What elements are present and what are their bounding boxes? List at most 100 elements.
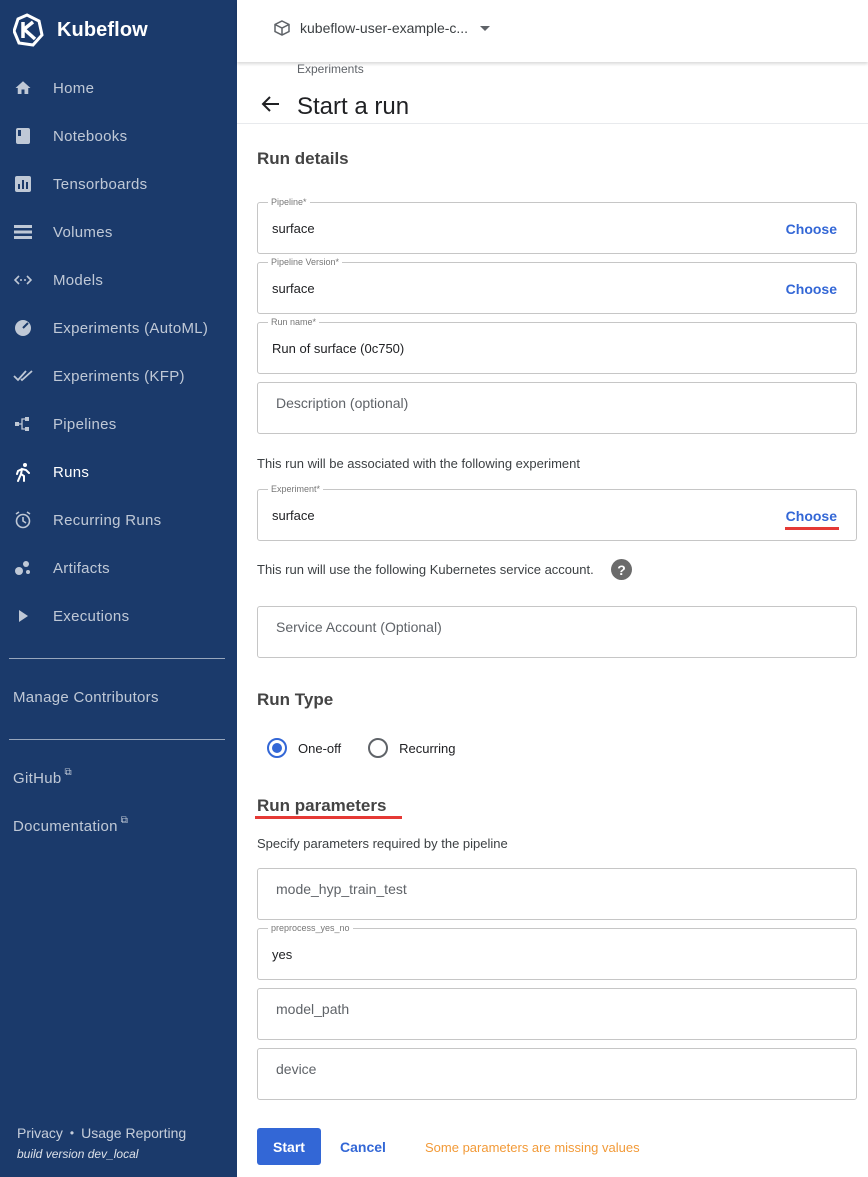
run-type-title: Run Type <box>257 690 334 709</box>
highlight-underline <box>785 527 839 530</box>
param-field-model-path[interactable]: model_path <box>257 988 857 1040</box>
code-arrows-icon <box>13 270 33 290</box>
home-icon <box>13 78 33 98</box>
documentation-link[interactable]: Documentation ⧉ <box>13 815 128 835</box>
choose-pipeline-version-button[interactable]: Choose <box>786 281 837 297</box>
run-parameters-title: Run parameters <box>257 796 387 815</box>
params-note: Specify parameters required by the pipel… <box>257 836 508 851</box>
pipeline-icon <box>13 414 33 434</box>
sidebar-item-runs[interactable]: Runs <box>0 448 237 496</box>
recurring-radio[interactable] <box>368 738 389 758</box>
pipeline-version-field[interactable]: Pipeline Version* surface Choose <box>257 257 857 314</box>
sidebar-item-artifacts[interactable]: Artifacts <box>0 544 237 592</box>
bubbles-icon <box>13 558 33 578</box>
sidebar-item-label: Tensorboards <box>53 175 148 193</box>
sidebar-item-experiments-kfp[interactable]: Experiments (KFP) <box>0 352 237 400</box>
help-icon[interactable]: ? <box>611 559 632 580</box>
param-label: preprocess_yes_no <box>268 923 353 934</box>
sidebar-item-home[interactable]: Home <box>0 64 237 112</box>
experiment-field[interactable]: Experiment* surface Choose <box>257 484 857 541</box>
run-name-field[interactable]: Run name* Run of surface (0c750) <box>257 317 857 374</box>
description-field[interactable]: Description (optional) <box>257 382 857 434</box>
speedometer-icon <box>13 318 33 338</box>
sidebar-divider <box>9 739 225 740</box>
privacy-link[interactable]: Privacy <box>17 1125 63 1141</box>
sidebar-footer: Privacy • Usage Reporting build version … <box>17 1125 186 1161</box>
sidebar-item-pipelines[interactable]: Pipelines <box>0 400 237 448</box>
sidebar-item-label: Artifacts <box>53 559 110 577</box>
run-name-label: Run name* <box>268 317 320 328</box>
sidebar-item-volumes[interactable]: Volumes <box>0 208 237 256</box>
pipeline-version-value: surface <box>272 281 315 296</box>
kubeflow-logo-icon <box>13 13 44 47</box>
namespace-label: kubeflow-user-example-c... <box>300 20 469 36</box>
manage-contributors-label: Manage Contributors <box>13 689 159 706</box>
choose-experiment-button[interactable]: Choose <box>786 508 837 524</box>
sidebar-item-tensorboards[interactable]: Tensorboards <box>0 160 237 208</box>
run-type-options: One-off Recurring <box>267 738 455 758</box>
app-name: Kubeflow <box>57 18 148 41</box>
sidebar-item-experiments-automl[interactable]: Experiments (AutoML) <box>0 304 237 352</box>
github-label: GitHub <box>13 770 62 787</box>
namespace-selector[interactable]: kubeflow-user-example-c... <box>274 20 491 36</box>
highlight-underline <box>255 816 402 819</box>
sidebar-item-notebooks[interactable]: Notebooks <box>0 112 237 160</box>
pipeline-version-label: Pipeline Version* <box>268 257 343 268</box>
start-button[interactable]: Start <box>257 1128 321 1165</box>
top-bar: kubeflow-user-example-c... <box>237 0 868 62</box>
main-content: Experiments Start a run Run details Pipe… <box>237 62 868 1177</box>
build-version: build version dev_local <box>17 1147 139 1161</box>
play-icon <box>13 606 33 626</box>
manage-contributors-link[interactable]: Manage Contributors <box>13 689 159 706</box>
chart-icon <box>13 174 33 194</box>
sidebar-item-label: Models <box>53 271 104 289</box>
param-value: yes <box>272 947 293 962</box>
double-check-icon <box>13 366 33 386</box>
github-link[interactable]: GitHub ⧉ <box>13 767 72 787</box>
missing-values-warning: Some parameters are missing values <box>425 1140 640 1155</box>
experiment-value: surface <box>272 508 315 523</box>
recurring-label: Recurring <box>399 740 456 756</box>
sidebar-item-label: Experiments (KFP) <box>53 367 185 385</box>
one-off-label: One-off <box>298 740 342 756</box>
sidebar-item-label: Executions <box>53 607 130 625</box>
param-field-mode-hyp-train-test[interactable]: mode_hyp_train_test <box>257 868 857 920</box>
storage-icon <box>13 222 33 242</box>
param-placeholder: mode_hyp_train_test <box>276 881 407 897</box>
experiment-note: This run will be associated with the fol… <box>257 456 580 471</box>
sidebar-item-models[interactable]: Models <box>0 256 237 304</box>
run-name-value: Run of surface (0c750) <box>272 341 405 356</box>
sidebar-item-label: Experiments (AutoML) <box>53 319 209 337</box>
back-arrow-icon[interactable] <box>261 94 283 120</box>
param-placeholder: device <box>276 1061 317 1077</box>
chevron-down-icon <box>480 25 491 31</box>
service-account-field[interactable]: Service Account (Optional) <box>257 606 857 658</box>
pipeline-field[interactable]: Pipeline* surface Choose <box>257 197 857 254</box>
sidebar-item-label: Notebooks <box>53 127 128 145</box>
choose-pipeline-button[interactable]: Choose <box>786 221 837 237</box>
sidebar-item-label: Runs <box>53 463 90 481</box>
separator-dot: • <box>69 1126 75 1140</box>
runner-icon <box>13 462 33 482</box>
run-details-title: Run details <box>257 149 349 168</box>
breadcrumb[interactable]: Experiments <box>297 62 364 76</box>
one-off-radio[interactable] <box>267 738 287 758</box>
pipeline-label: Pipeline* <box>268 197 310 208</box>
param-field-device[interactable]: device <box>257 1048 857 1100</box>
header-divider <box>237 123 868 124</box>
experiment-label: Experiment* <box>268 484 324 495</box>
alarm-icon <box>13 510 33 530</box>
sidebar: Kubeflow Home Notebooks Tensorboards Vol… <box>0 0 237 1177</box>
description-placeholder: Description (optional) <box>276 395 409 411</box>
service-account-placeholder: Service Account (Optional) <box>276 619 442 635</box>
sidebar-item-recurring-runs[interactable]: Recurring Runs <box>0 496 237 544</box>
usage-reporting-link[interactable]: Usage Reporting <box>81 1125 186 1141</box>
cancel-button[interactable]: Cancel <box>340 1139 386 1155</box>
notebook-icon <box>13 126 33 146</box>
sidebar-item-executions[interactable]: Executions <box>0 592 237 640</box>
param-field-preprocess-yes-no[interactable]: preprocess_yes_no yes <box>257 923 857 980</box>
sidebar-divider <box>9 658 225 659</box>
kubeflow-logo[interactable]: Kubeflow <box>13 12 148 48</box>
sidebar-item-label: Volumes <box>53 223 113 241</box>
cube-icon <box>274 20 290 36</box>
